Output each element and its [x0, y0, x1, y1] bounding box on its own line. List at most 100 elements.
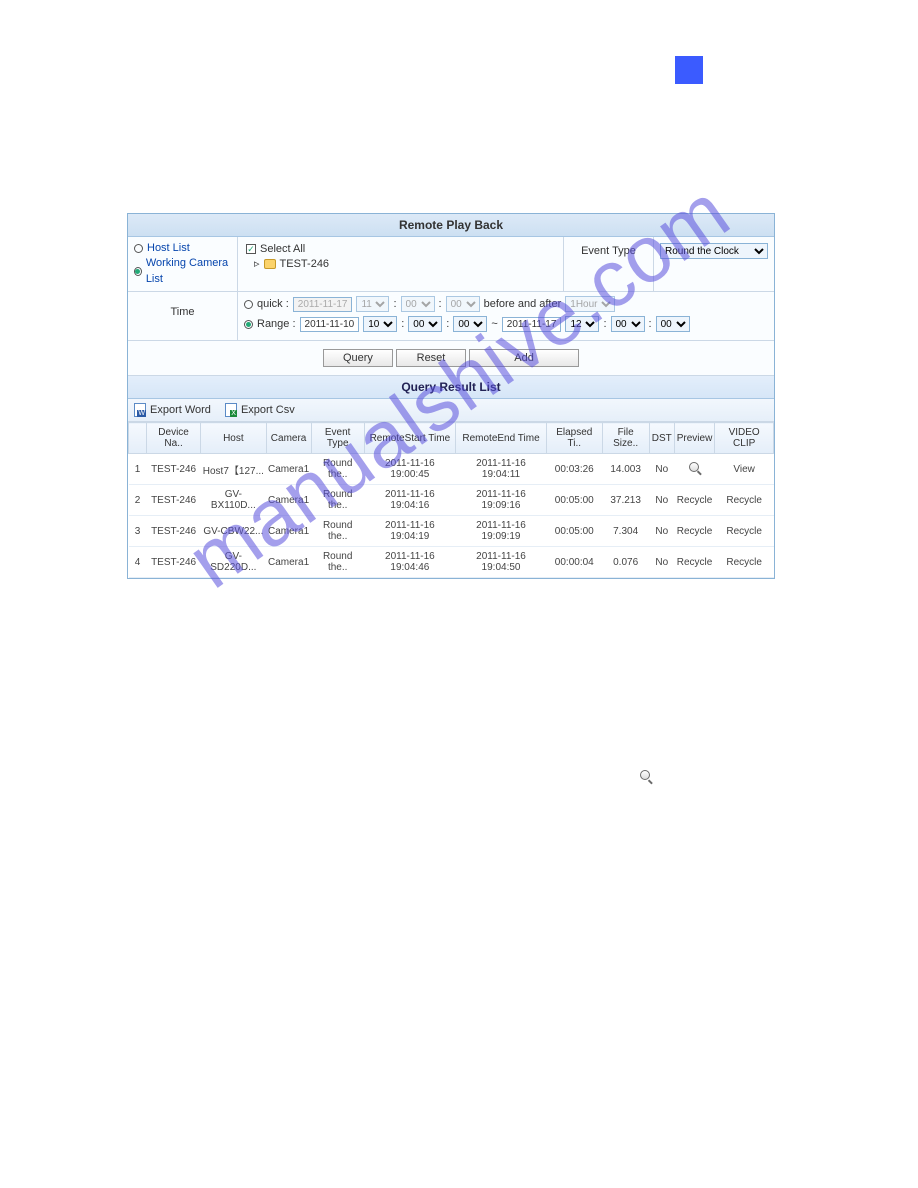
cell-host: GV-BX110D... — [201, 485, 266, 516]
query-button[interactable]: Query — [323, 349, 393, 367]
result-table: Device Na.. Host Camera Event Type Remot… — [128, 422, 774, 578]
cell-camera: Camera1 — [266, 516, 311, 547]
cell-camera: Camera1 — [266, 454, 311, 485]
time-label: Time — [128, 292, 238, 340]
list-mode-group: Host List Working Camera List — [128, 237, 238, 291]
col-remote-end[interactable]: RemoteEnd Time — [456, 423, 547, 454]
host-list-radio[interactable]: Host List — [134, 241, 231, 256]
cell-fsize: 37.213 — [602, 485, 649, 516]
radio-icon — [134, 244, 143, 253]
cell-etype: Round the.. — [311, 485, 364, 516]
range-date1[interactable]: 2011-11-10 — [300, 317, 360, 332]
cell-rstart: 2011-11-16 19:04:19 — [364, 516, 455, 547]
export-word-label: Export Word — [150, 404, 211, 416]
range-radio[interactable] — [244, 320, 253, 329]
cell-dst: No — [649, 485, 674, 516]
cell-video-clip[interactable]: Recycle — [715, 547, 774, 578]
cell-i: 1 — [129, 454, 147, 485]
col-file-size[interactable]: File Size.. — [602, 423, 649, 454]
checkbox-checked-icon — [246, 244, 256, 254]
col-idx[interactable] — [129, 423, 147, 454]
cell-device: TEST-246 — [147, 485, 201, 516]
table-row[interactable]: 3TEST-246GV-CBW22...Camera1Round the..20… — [129, 516, 774, 547]
cell-elapsed: 00:03:26 — [546, 454, 602, 485]
cell-video-clip[interactable]: Recycle — [715, 516, 774, 547]
add-button[interactable]: Add — [469, 349, 579, 367]
export-word-button[interactable]: Export Word — [134, 403, 211, 417]
cell-host: GV-SD220D... — [201, 547, 266, 578]
radio-checked-icon — [134, 267, 142, 276]
cell-i: 2 — [129, 485, 147, 516]
table-row[interactable]: 2TEST-246GV-BX110D...Camera1Round the..2… — [129, 485, 774, 516]
folder-icon — [264, 259, 276, 269]
range-time-row: Range : 2011-11-10 10: 00: 00 ~ 2011-11-… — [244, 316, 768, 332]
working-camera-radio[interactable]: Working Camera List — [134, 256, 231, 287]
cell-dst: No — [649, 547, 674, 578]
cell-elapsed: 00:05:00 — [546, 516, 602, 547]
quick-label: quick : — [257, 298, 289, 310]
range-label: Range : — [257, 318, 296, 330]
table-row[interactable]: 1TEST-246Host7【127...Camera1Round the..2… — [129, 454, 774, 485]
event-type-cell: Round the Clock — [654, 237, 774, 291]
cell-rend: 2011-11-16 19:04:50 — [456, 547, 547, 578]
range-m2[interactable]: 00 — [611, 316, 645, 332]
cell-preview[interactable]: Recycle — [674, 485, 715, 516]
col-host[interactable]: Host — [201, 423, 266, 454]
col-elapsed[interactable]: Elapsed Ti.. — [546, 423, 602, 454]
cell-rstart: 2011-11-16 19:00:45 — [364, 454, 455, 485]
range-h1[interactable]: 10 — [363, 316, 397, 332]
export-csv-button[interactable]: Export Csv — [225, 403, 295, 417]
col-device[interactable]: Device Na.. — [147, 423, 201, 454]
cell-host: GV-CBW22... — [201, 516, 266, 547]
event-type-select[interactable]: Round the Clock — [660, 243, 768, 259]
quick-date: 2011-11-17 — [293, 297, 353, 312]
time-body: quick : 2011-11-17 11: 00: 00 before and… — [238, 292, 774, 340]
action-buttons: Query Reset Add — [128, 341, 774, 376]
table-row[interactable]: 4TEST-246GV-SD220D...Camera1Round the..2… — [129, 547, 774, 578]
host-list-label: Host List — [147, 241, 190, 256]
before-after-label: before and after — [484, 298, 562, 310]
range-s1[interactable]: 00 — [453, 316, 487, 332]
cell-etype: Round the.. — [311, 516, 364, 547]
filter-top-row: Host List Working Camera List Select All… — [128, 237, 774, 292]
cell-fsize: 0.076 — [602, 547, 649, 578]
quick-span: 1Hour — [565, 296, 615, 312]
cell-rend: 2011-11-16 19:09:19 — [456, 516, 547, 547]
cell-device: TEST-246 — [147, 547, 201, 578]
col-video-clip[interactable]: VIDEO CLIP — [715, 423, 774, 454]
tree-node[interactable]: ▹TEST-246 — [244, 257, 557, 270]
cell-video-clip[interactable]: Recycle — [715, 485, 774, 516]
col-preview[interactable]: Preview — [674, 423, 715, 454]
magnifier-icon — [689, 462, 701, 474]
cell-camera: Camera1 — [266, 547, 311, 578]
working-camera-label: Working Camera List — [146, 256, 231, 287]
quick-radio[interactable] — [244, 300, 253, 309]
col-remote-start[interactable]: RemoteStart Time — [364, 423, 455, 454]
export-bar: Export Word Export Csv — [128, 399, 774, 422]
range-s2[interactable]: 00 — [656, 316, 690, 332]
magnifier-icon — [640, 770, 652, 782]
table-header-row: Device Na.. Host Camera Event Type Remot… — [129, 423, 774, 454]
cell-elapsed: 00:00:04 — [546, 547, 602, 578]
cell-preview[interactable]: Recycle — [674, 516, 715, 547]
range-m1[interactable]: 00 — [408, 316, 442, 332]
range-date2[interactable]: 2011-11-17 — [502, 317, 562, 332]
reset-button[interactable]: Reset — [396, 349, 466, 367]
cell-elapsed: 00:05:00 — [546, 485, 602, 516]
cell-rstart: 2011-11-16 19:04:16 — [364, 485, 455, 516]
panel-title: Remote Play Back — [128, 214, 774, 237]
range-h2[interactable]: 12 — [565, 316, 599, 332]
cell-preview[interactable]: Recycle — [674, 547, 715, 578]
cell-preview[interactable] — [674, 454, 715, 485]
cell-video-clip[interactable]: View — [715, 454, 774, 485]
cell-dst: No — [649, 516, 674, 547]
range-tilde: ~ — [491, 318, 497, 330]
word-icon — [134, 403, 146, 417]
quick-hour: 11 — [356, 296, 389, 312]
time-section: Time quick : 2011-11-17 11: 00: 00 befor… — [128, 292, 774, 341]
col-event-type[interactable]: Event Type — [311, 423, 364, 454]
col-dst[interactable]: DST — [649, 423, 674, 454]
col-camera[interactable]: Camera — [266, 423, 311, 454]
cell-rstart: 2011-11-16 19:04:46 — [364, 547, 455, 578]
select-all-row[interactable]: Select All — [244, 243, 557, 255]
